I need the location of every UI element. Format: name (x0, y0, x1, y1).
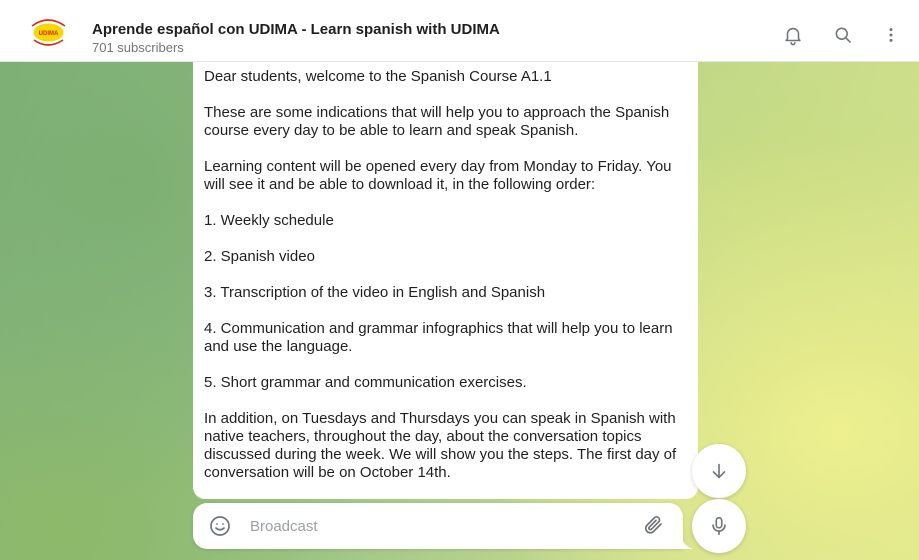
chat-header: UDIMA Aprende español con UDIMA - Learn … (0, 0, 919, 62)
search-button[interactable] (830, 22, 856, 48)
message-paragraph: These are some indications that will hel… (204, 104, 670, 139)
message-paragraph: In addition, on Tuesdays and Thursdays y… (204, 410, 677, 481)
message-paragraph: Learning content will be opened every da… (204, 158, 672, 193)
scroll-down-button[interactable] (692, 444, 746, 498)
channel-title[interactable]: Aprende español con UDIMA - Learn spanis… (92, 21, 500, 38)
notifications-button[interactable] (780, 22, 806, 48)
subscriber-count: 701 subscribers (92, 40, 184, 55)
message-list-item: 5. Short grammar and communication exerc… (204, 374, 527, 391)
svg-text:UDIMA: UDIMA (39, 31, 59, 37)
emoji-button[interactable] (208, 514, 232, 538)
attach-button[interactable] (641, 513, 665, 537)
udima-logo-icon: UDIMA (31, 19, 66, 46)
arrow-down-icon (712, 463, 726, 479)
microphone-icon (712, 516, 726, 536)
channel-avatar[interactable]: UDIMA (26, 15, 71, 50)
message-bubble: Dear students, welcome to the Spanish Co… (193, 62, 698, 499)
message-list-item: 4. Communication and grammar infographic… (204, 320, 673, 355)
message-paragraph: Dear students, welcome to the Spanish Co… (204, 68, 552, 85)
search-icon (835, 27, 851, 43)
composer-tail (681, 537, 693, 549)
message-input[interactable] (250, 513, 620, 539)
more-button[interactable] (878, 22, 904, 48)
message-list-item: 1. Weekly schedule (204, 212, 334, 229)
smile-icon (210, 516, 230, 536)
paperclip-icon (644, 516, 662, 534)
voice-record-button[interactable] (692, 499, 746, 553)
message-list-item: 3. Transcription of the video in English… (204, 284, 546, 301)
more-vertical-icon (889, 28, 893, 42)
message-list-item: 2. Spanish video (204, 248, 315, 265)
bell-icon (785, 27, 801, 46)
